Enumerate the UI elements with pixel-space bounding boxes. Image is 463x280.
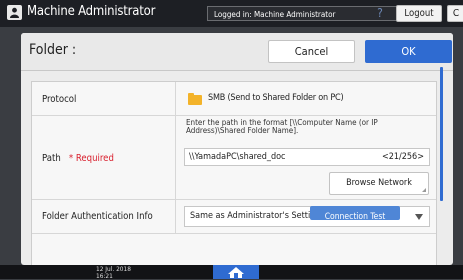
datetime: 12 Jul. 2018 16:21 xyxy=(96,266,131,279)
path-label: Path xyxy=(42,153,61,164)
dropdown-arrow-icon xyxy=(415,214,423,220)
char-count: <21/256> xyxy=(381,152,424,162)
protocol-label-cell: Protocol xyxy=(32,82,176,115)
folder-dialog: Folder : Cancel OK Protocol SMB (Send to… xyxy=(21,33,453,265)
corner-triangle-icon xyxy=(422,188,426,192)
user-name: Machine Administrator xyxy=(27,4,156,19)
protocol-label: Protocol xyxy=(42,94,77,105)
protocol-value: SMB (Send to Shared Folder on PC) xyxy=(208,93,344,103)
auth-selected-value: Same as Administrator's Settings xyxy=(190,211,325,221)
path-row: Path * Required Enter the path in the fo… xyxy=(32,116,436,200)
path-input[interactable]: \\YamadaPC\shared_doc <21/256> xyxy=(184,148,430,166)
browse-network-button[interactable]: Browse Network xyxy=(329,172,429,195)
path-instruction: Enter the path in the format [\\Computer… xyxy=(186,118,378,135)
exit-button[interactable]: C xyxy=(447,5,463,22)
user-icon xyxy=(7,5,22,20)
dialog-title-bar: Folder : Cancel OK xyxy=(21,33,453,71)
help-icon[interactable]: ? xyxy=(371,6,389,21)
settings-panel: Protocol SMB (Send to Shared Folder on P… xyxy=(31,81,437,265)
connection-test-button[interactable]: Connection Test xyxy=(310,206,400,220)
ok-button[interactable]: OK xyxy=(365,40,452,63)
required-star: * xyxy=(68,153,74,164)
cancel-button[interactable]: Cancel xyxy=(268,40,355,63)
auth-label-cell: Folder Authentication Info xyxy=(32,200,176,233)
scrollbar[interactable] xyxy=(440,67,443,201)
time-text: 16:21 xyxy=(96,271,113,280)
login-status-text: Logged in: Machine Administrator xyxy=(214,10,336,19)
browse-network-label: Browse Network xyxy=(346,178,412,188)
path-input-value: \\YamadaPC\shared_doc xyxy=(189,152,286,162)
home-icon[interactable] xyxy=(213,265,259,279)
protocol-row: Protocol SMB (Send to Shared Folder on P… xyxy=(32,82,436,116)
logout-button[interactable]: Logout xyxy=(396,5,442,22)
path-label-group: Path * Required xyxy=(42,153,114,164)
path-label-cell: Path * Required xyxy=(32,116,176,199)
auth-label: Folder Authentication Info xyxy=(42,211,153,222)
top-bar: Machine Administrator Logged in: Machine… xyxy=(0,0,463,27)
required-label: Required xyxy=(75,153,114,164)
dialog-title: Folder : xyxy=(29,42,77,58)
folder-icon xyxy=(188,93,202,105)
